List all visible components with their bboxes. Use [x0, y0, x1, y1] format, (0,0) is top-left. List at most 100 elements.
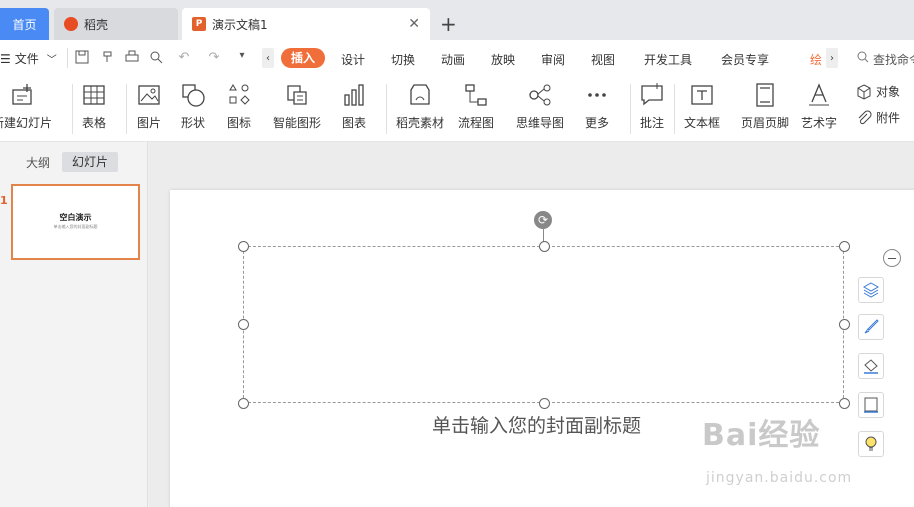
menu-bar: ☰ 文件 ﹀ ↶ ↷ ▾ ‹ 插入 设计 切换 动画 放映 审阅 视图 开发工具… — [0, 40, 914, 76]
icon-button[interactable]: 图标 — [226, 82, 252, 131]
material-store-icon — [410, 84, 430, 105]
subtitle-placeholder[interactable]: 单击输入您的封面副标题 — [432, 411, 641, 438]
menu-animation[interactable]: 动画 — [441, 51, 465, 68]
undo-icon[interactable]: ↶ — [176, 50, 192, 66]
new-slide-label: 新建幻灯片 — [0, 116, 53, 130]
menu-design[interactable]: 设计 — [341, 51, 365, 68]
smart-tip-button[interactable] — [858, 431, 884, 457]
table-button[interactable]: 表格 — [81, 82, 107, 131]
resize-handle[interactable] — [839, 241, 850, 252]
menu-draw[interactable]: 绘 — [810, 51, 822, 68]
wordart-button[interactable]: 艺术字 — [801, 82, 837, 131]
fill-button[interactable] — [858, 353, 884, 379]
print-preview-icon[interactable] — [148, 50, 164, 66]
resize-handle[interactable] — [539, 398, 550, 409]
chart-label: 图表 — [341, 116, 366, 130]
presentation-icon: P — [192, 17, 206, 31]
tab-daoke-label: 稻壳 — [84, 17, 109, 32]
resize-handle[interactable] — [238, 241, 249, 252]
file-menu-label: 文件 — [14, 52, 39, 66]
menu-view[interactable]: 视图 — [591, 51, 615, 68]
menu-developer[interactable]: 开发工具 — [644, 51, 692, 68]
mindmap-label: 思维导图 — [516, 116, 565, 130]
file-menu[interactable]: ☰ 文件 ﹀ — [0, 50, 57, 67]
ribbon-toolbar: 新建幻灯片 表格 图片 形状 图标 智能图形 图表 稻壳素材 流程图 思维导图 … — [0, 76, 914, 142]
tab-document[interactable]: P 演示文稿1 ✕ — [182, 8, 430, 40]
search-input[interactable]: 查找命令 — [873, 51, 914, 68]
daoke-material-button[interactable]: 稻壳素材 — [396, 82, 444, 131]
scroll-left-icon[interactable]: ‹ — [262, 48, 274, 68]
slide[interactable]: ⟳ 单击输入您的封面副标题 — [170, 190, 914, 507]
menu-review[interactable]: 审阅 — [541, 51, 565, 68]
format-painter-icon[interactable] — [100, 50, 116, 66]
layers-icon — [862, 282, 880, 298]
resize-handle[interactable] — [839, 319, 850, 330]
icon-label: 图标 — [226, 116, 251, 130]
thumb-subtitle: 单击输入您的封面副标题 — [53, 224, 98, 229]
chart-button[interactable]: 图表 — [341, 82, 367, 131]
object-button[interactable]: 对象 — [856, 83, 900, 100]
picture-button[interactable]: 图片 — [136, 82, 162, 131]
chart-icon — [344, 84, 364, 106]
attachment-label: 附件 — [876, 111, 901, 125]
divider — [386, 84, 387, 134]
menu-transition[interactable]: 切换 — [391, 51, 415, 68]
baidu-watermark-logo: Bai经验 — [702, 418, 821, 453]
layers-button[interactable] — [858, 277, 884, 303]
thumb-title: 空白演示 — [59, 213, 92, 222]
flowchart-label: 流程图 — [458, 116, 495, 130]
search-icon[interactable] — [857, 51, 869, 63]
resize-handle[interactable] — [539, 241, 550, 252]
brush-button[interactable] — [858, 314, 884, 340]
resize-handle[interactable] — [238, 398, 249, 409]
resize-handle[interactable] — [238, 319, 249, 330]
tab-home[interactable]: 首页 — [0, 8, 49, 40]
close-icon[interactable]: ✕ — [408, 16, 420, 32]
tab-daoke[interactable]: 稻壳 — [54, 8, 178, 40]
rotate-handle-icon[interactable]: ⟳ — [534, 211, 552, 229]
customize-icon[interactable]: ▾ — [234, 50, 250, 66]
comment-button[interactable]: 批注 — [639, 82, 665, 131]
shape-button[interactable]: 形状 — [180, 82, 206, 131]
tab-outline[interactable]: 大纲 — [26, 154, 50, 171]
cube-icon — [857, 83, 871, 100]
picture-label: 图片 — [136, 116, 161, 130]
object-label: 对象 — [876, 85, 901, 99]
new-tab-button[interactable]: + — [440, 12, 457, 36]
header-footer-label: 页眉页脚 — [741, 116, 790, 130]
menu-slideshow[interactable]: 放映 — [491, 51, 515, 68]
daoke-material-label: 稻壳素材 — [396, 116, 445, 130]
wordart-label: 艺术字 — [801, 116, 838, 130]
title-placeholder[interactable] — [238, 241, 850, 409]
menu-member[interactable]: 会员专享 — [721, 51, 769, 68]
divider — [674, 84, 675, 134]
border-button[interactable] — [858, 392, 884, 418]
resize-handle[interactable] — [839, 398, 850, 409]
smart-shape-button[interactable]: 智能图形 — [273, 82, 321, 131]
more-label: 更多 — [584, 116, 609, 130]
flowchart-button[interactable]: 流程图 — [458, 82, 494, 131]
wordart-icon — [809, 83, 829, 106]
frame-icon — [864, 397, 878, 413]
menu-insert[interactable]: 插入 — [281, 48, 325, 68]
collapse-toolbar-icon[interactable] — [883, 249, 901, 267]
mindmap-button[interactable]: 思维导图 — [516, 82, 564, 131]
divider — [67, 48, 68, 68]
table-label: 表格 — [81, 116, 106, 130]
redo-icon[interactable]: ↷ — [206, 50, 222, 66]
header-footer-button[interactable]: 页眉页脚 — [741, 82, 789, 131]
more-button[interactable]: 更多 — [584, 82, 610, 131]
new-slide-icon — [12, 84, 32, 105]
more-icon — [588, 93, 606, 97]
tab-slides[interactable]: 幻灯片 — [62, 152, 118, 172]
slide-thumbnail[interactable]: 空白演示 单击输入您的封面副标题 — [11, 184, 140, 260]
lightbulb-icon — [865, 436, 877, 451]
print-icon[interactable] — [124, 50, 140, 66]
textbox-button[interactable]: 文本框 — [684, 82, 720, 131]
scroll-right-icon[interactable]: › — [826, 48, 838, 68]
flowchart-icon — [465, 84, 487, 106]
mindmap-icon — [529, 84, 551, 106]
new-slide-button[interactable]: 新建幻灯片 — [0, 82, 52, 131]
attachment-button[interactable]: 附件 — [856, 109, 900, 126]
save-icon[interactable] — [74, 50, 90, 66]
